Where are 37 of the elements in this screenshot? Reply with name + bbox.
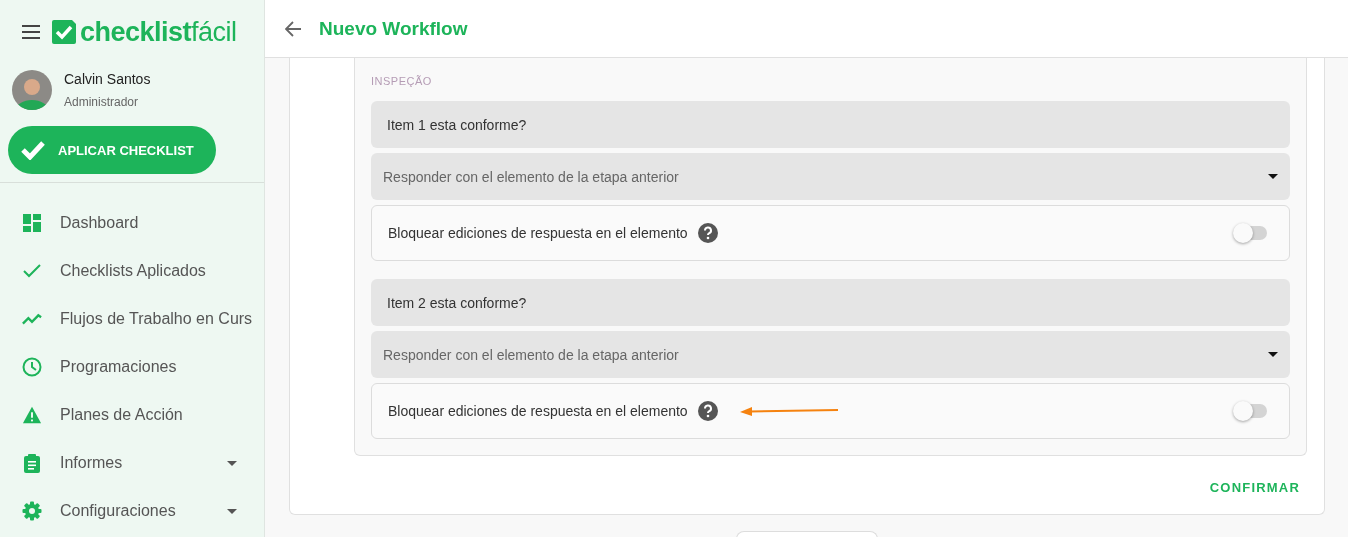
sidebar-item[interactable]: Programaciones	[60, 358, 264, 376]
dashboard-icon	[22, 213, 42, 233]
user-role: Administrador	[64, 95, 140, 109]
user-name: Calvin Santos	[64, 71, 151, 87]
sidebar-item[interactable]: Flujos de Trabalho en Curs	[60, 310, 264, 328]
sidebar-item[interactable]: Planes de Acción	[60, 406, 264, 424]
check-icon	[20, 140, 46, 160]
help-icon[interactable]	[697, 401, 718, 421]
logo-text: checklistfácil	[80, 16, 237, 48]
page-title: Nuevo Workflow	[319, 17, 468, 40]
clipboard-icon	[22, 453, 42, 473]
question-field[interactable]: Item 2 esta conforme?	[371, 279, 1290, 326]
annotation-arrow-icon	[739, 406, 838, 416]
help-icon[interactable]	[697, 223, 718, 243]
caret-icon[interactable]	[227, 460, 237, 466]
sidebar-item[interactable]: Informes	[60, 454, 209, 472]
toggle-switch[interactable]	[1233, 223, 1267, 243]
option-label: Bloquear ediciones de respuesta en el elemento	[388, 225, 688, 241]
back-arrow-icon[interactable]	[285, 20, 301, 37]
toggle-switch[interactable]	[1233, 401, 1267, 421]
sidebar-item[interactable]: Checklists Aplicados	[60, 262, 264, 280]
caret-icon[interactable]	[227, 508, 237, 514]
sidebar-item[interactable]: Configuraciones	[60, 502, 209, 520]
answer-source-dropdown[interactable]: Responder con el elemento de la etapa anterior	[371, 331, 1290, 378]
question-field[interactable]: Item 1 esta conforme?	[371, 101, 1290, 148]
section-label: INSPEÇÃO	[371, 75, 433, 87]
logo-check-icon	[52, 20, 76, 44]
answer-source-dropdown[interactable]: Responder con el elemento de la etapa anterior	[371, 153, 1290, 200]
menu-icon[interactable]	[22, 25, 40, 39]
dropdown-caret-icon	[1268, 352, 1278, 357]
option-label: Bloquear ediciones de respuesta en el elemento	[388, 403, 688, 419]
avatar	[12, 70, 52, 110]
warning-icon	[22, 405, 42, 425]
settings-icon	[22, 501, 42, 521]
dropdown-caret-icon	[1268, 174, 1278, 179]
clock-icon	[22, 357, 42, 377]
sidebar-item[interactable]: Dashboard	[60, 214, 264, 232]
